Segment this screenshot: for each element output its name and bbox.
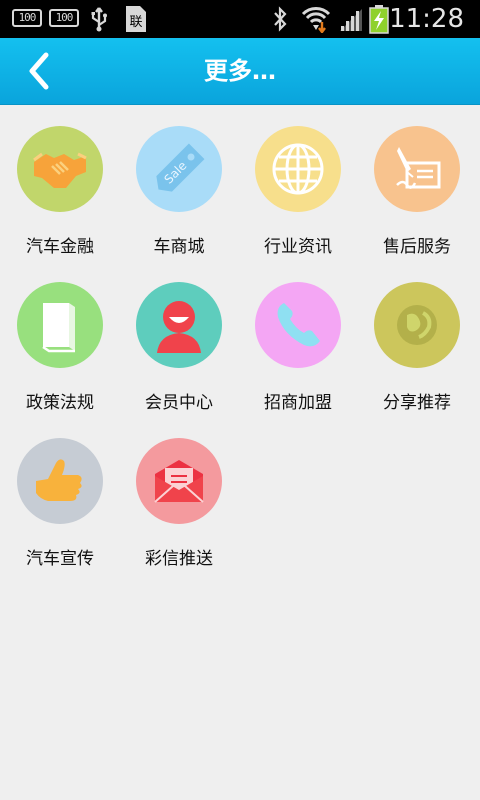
thumbs-up-icon bbox=[17, 438, 103, 524]
header-bar: 更多… bbox=[0, 38, 480, 105]
grid-item-car-promotion[interactable]: 汽车宣传 bbox=[0, 416, 120, 572]
grid-item-label: 会员中心 bbox=[145, 393, 213, 413]
grid-item-label: 售后服务 bbox=[383, 237, 451, 257]
signal-icon bbox=[337, 0, 365, 38]
handshake-icon bbox=[17, 126, 103, 212]
grid-item-franchise[interactable]: 招商加盟 bbox=[238, 260, 358, 416]
bluetooth-icon bbox=[269, 0, 291, 38]
grid-item-label: 招商加盟 bbox=[264, 393, 332, 413]
battery-100-icon: 100 bbox=[49, 9, 79, 27]
grid-item-label: 行业资讯 bbox=[264, 237, 332, 257]
grid-item-label: 彩信推送 bbox=[145, 549, 213, 569]
phone-icon bbox=[255, 282, 341, 368]
battery-charging-icon bbox=[368, 0, 390, 38]
pen-signature-icon bbox=[374, 126, 460, 212]
globe-icon bbox=[255, 126, 341, 212]
grid-item-mms-push[interactable]: 彩信推送 bbox=[119, 416, 239, 572]
share-globe-icon bbox=[374, 282, 460, 368]
member-person-icon bbox=[136, 282, 222, 368]
sim-icon: 联 bbox=[124, 0, 148, 38]
usb-icon bbox=[88, 0, 110, 38]
grid-item-industry-news[interactable]: 行业资讯 bbox=[238, 104, 358, 260]
grid-item-policy-regulations[interactable]: 政策法规 bbox=[0, 260, 120, 416]
svg-text:联: 联 bbox=[129, 15, 142, 30]
grid-item-label: 政策法规 bbox=[26, 393, 94, 413]
grid-item-member-center[interactable]: 会员中心 bbox=[119, 260, 239, 416]
status-bar: 100 100 联 11:28 bbox=[0, 0, 480, 38]
battery-100-icon: 100 bbox=[12, 9, 42, 27]
grid-item-label: 汽车金融 bbox=[26, 237, 94, 257]
grid-item-auto-finance[interactable]: 汽车金融 bbox=[0, 104, 120, 260]
grid-item-car-mall[interactable]: Sale 车商城 bbox=[119, 104, 239, 260]
book-icon bbox=[17, 282, 103, 368]
mms-envelope-icon bbox=[136, 438, 222, 524]
grid-item-label: 分享推荐 bbox=[383, 393, 451, 413]
grid-item-share-recommend[interactable]: 分享推荐 bbox=[357, 260, 477, 416]
grid-item-label: 汽车宣传 bbox=[26, 549, 94, 569]
page-title: 更多… bbox=[204, 57, 276, 85]
clock-time: 11:28 bbox=[389, 4, 464, 34]
wifi-icon bbox=[300, 0, 332, 38]
grid-item-label: 车商城 bbox=[153, 237, 205, 257]
sale-tag-icon: Sale bbox=[136, 126, 222, 212]
grid-item-after-sales[interactable]: 售后服务 bbox=[357, 104, 477, 260]
